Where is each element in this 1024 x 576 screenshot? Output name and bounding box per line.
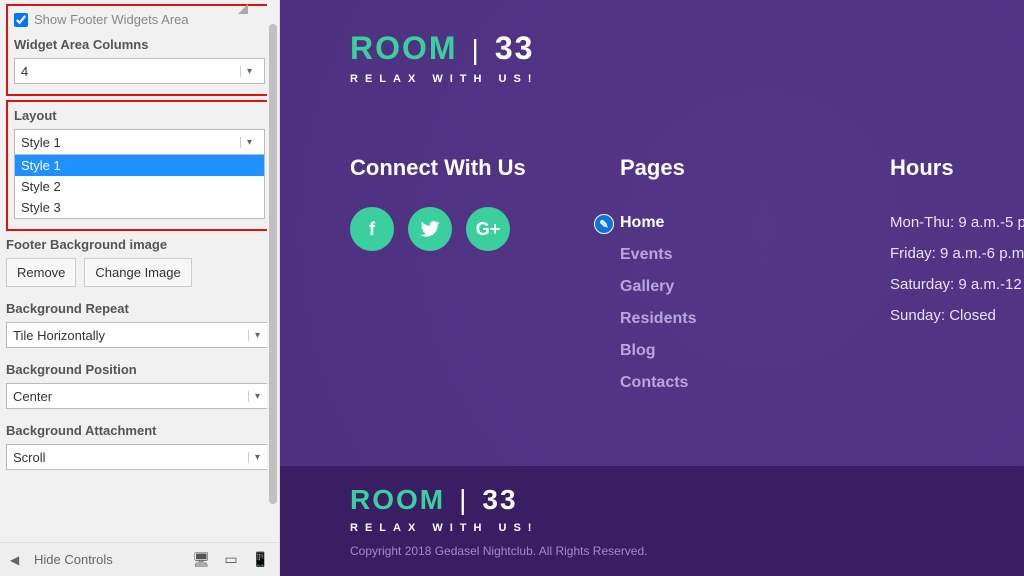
hours-item: Mon-Thu: 9 a.m.-5 p (890, 207, 1024, 238)
bg-repeat-label: Background Repeat (6, 301, 273, 316)
bg-position-label: Background Position (6, 362, 273, 377)
facebook-icon[interactable]: f (350, 207, 394, 251)
footer-logo: ROOM | 33 (350, 484, 1024, 516)
remove-button[interactable]: Remove (6, 258, 76, 287)
layout-option-style1[interactable]: Style 1 (15, 155, 264, 176)
layout-label: Layout (14, 108, 265, 123)
bg-attachment-select[interactable]: Scroll ▾ (6, 444, 273, 470)
hours-item: Friday: 9 a.m.-6 p.m (890, 238, 1024, 269)
twitter-icon[interactable] (408, 207, 452, 251)
customizer-footer-bar: Hide Controls 🖥 ▭ 📱 (0, 542, 279, 576)
bg-attachment-value: Scroll (13, 450, 46, 465)
googleplus-icon[interactable]: G+ (466, 207, 510, 251)
widget-columns-value: 4 (21, 64, 28, 79)
tablet-icon[interactable]: ▭ (224, 551, 237, 568)
preview-pane: ROOM | 33 RELAX WITH US! Connect With Us… (280, 0, 1024, 576)
collapse-icon (10, 552, 26, 568)
copyright-text: Copyright 2018 Gedasel Nightclub. All Ri… (350, 544, 1024, 558)
widget-columns-select[interactable]: 4 ▾ (14, 58, 265, 84)
bg-position-value: Center (13, 389, 52, 404)
layout-select-value: Style 1 (21, 135, 61, 150)
chevron-down-icon: ▾ (240, 66, 258, 77)
nav-item-residents[interactable]: Residents (620, 303, 890, 335)
logo-text-room: ROOM (350, 30, 458, 67)
chevron-down-icon: ▾ (248, 391, 266, 402)
widget-columns-label: Widget Area Columns (14, 37, 265, 52)
hide-controls-button[interactable]: Hide Controls (10, 552, 113, 568)
highlight-box-widgets: Show Footer Widgets Area Widget Area Col… (6, 4, 273, 96)
sidebar-scrollbar[interactable] (267, 0, 279, 542)
layout-dropdown: Style 1 Style 2 Style 3 (14, 155, 265, 219)
pages-heading: Pages (620, 155, 890, 181)
site-tagline: RELAX WITH US! (350, 73, 1024, 85)
nav-item-home[interactable]: ✎ Home (620, 207, 890, 239)
nav-item-events[interactable]: Events (620, 239, 890, 271)
desktop-icon[interactable]: 🖥 (193, 551, 211, 568)
highlight-box-layout: Layout Style 1 ▾ Style 1 Style 2 Style 3 (6, 100, 273, 231)
nav-item-blog[interactable]: Blog (620, 335, 890, 367)
connect-heading: Connect With Us (350, 155, 620, 181)
bg-attachment-label: Background Attachment (6, 423, 273, 438)
hours-item: Sunday: Closed (890, 300, 1024, 331)
logo-separator: | (472, 34, 481, 66)
show-footer-widgets-checkbox[interactable] (14, 13, 28, 27)
layout-select[interactable]: Style 1 ▾ (14, 129, 265, 155)
hide-controls-label: Hide Controls (34, 552, 113, 567)
chevron-down-icon: ▾ (240, 137, 258, 148)
bg-repeat-value: Tile Horizontally (13, 328, 105, 343)
hours-heading: Hours (890, 155, 1024, 181)
nav-item-gallery[interactable]: Gallery (620, 271, 890, 303)
footer-bottom-strip: ROOM | 33 RELAX WITH US! Copyright 2018 … (280, 466, 1024, 576)
scroll-thumb[interactable] (269, 24, 277, 504)
chevron-down-icon: ▾ (248, 330, 266, 341)
layout-option-style3[interactable]: Style 3 (15, 197, 264, 218)
bg-position-select[interactable]: Center ▾ (6, 383, 273, 409)
nav-item-contacts[interactable]: Contacts (620, 367, 890, 399)
textarea-resize-handle[interactable] (228, 0, 248, 14)
bg-repeat-select[interactable]: Tile Horizontally ▾ (6, 322, 273, 348)
footer-bg-label: Footer Background image (6, 237, 273, 252)
hours-item: Saturday: 9 a.m.-12 p (890, 269, 1024, 300)
logo-text-33: 33 (495, 30, 535, 67)
mobile-icon[interactable]: 📱 (252, 551, 269, 568)
show-footer-widgets-label: Show Footer Widgets Area (34, 12, 189, 27)
site-logo: ROOM | 33 (350, 30, 1024, 67)
layout-option-style2[interactable]: Style 2 (15, 176, 264, 197)
customizer-sidebar: Show Footer Widgets Area Widget Area Col… (0, 0, 280, 576)
edit-pencil-icon[interactable]: ✎ (594, 214, 614, 234)
chevron-down-icon: ▾ (248, 452, 266, 463)
change-image-button[interactable]: Change Image (84, 258, 191, 287)
